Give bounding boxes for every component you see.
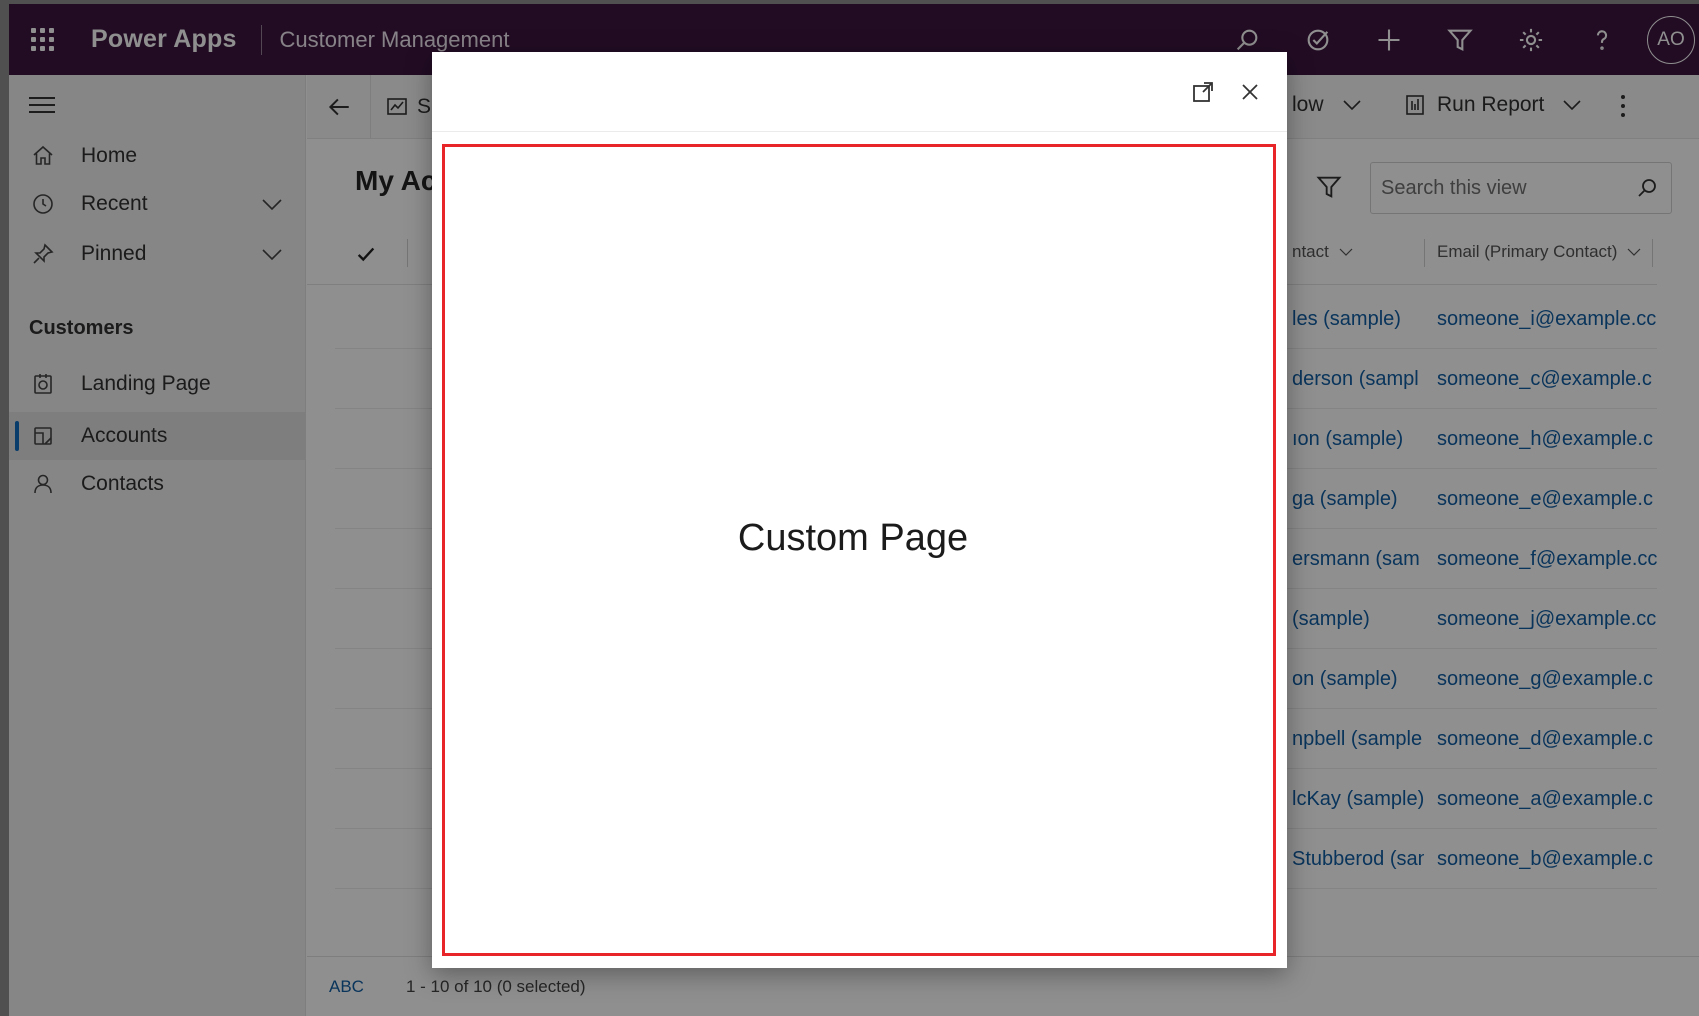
dialog-header — [432, 52, 1287, 132]
close-icon — [1242, 84, 1258, 100]
expand-icon — [1193, 82, 1213, 102]
custom-page-dialog: Custom Page — [432, 52, 1287, 968]
custom-page-title: Custom Page — [737, 516, 969, 559]
expand-button[interactable] — [1187, 76, 1219, 108]
close-button[interactable] — [1234, 76, 1266, 108]
custom-page-content: Custom Page — [442, 144, 1276, 956]
